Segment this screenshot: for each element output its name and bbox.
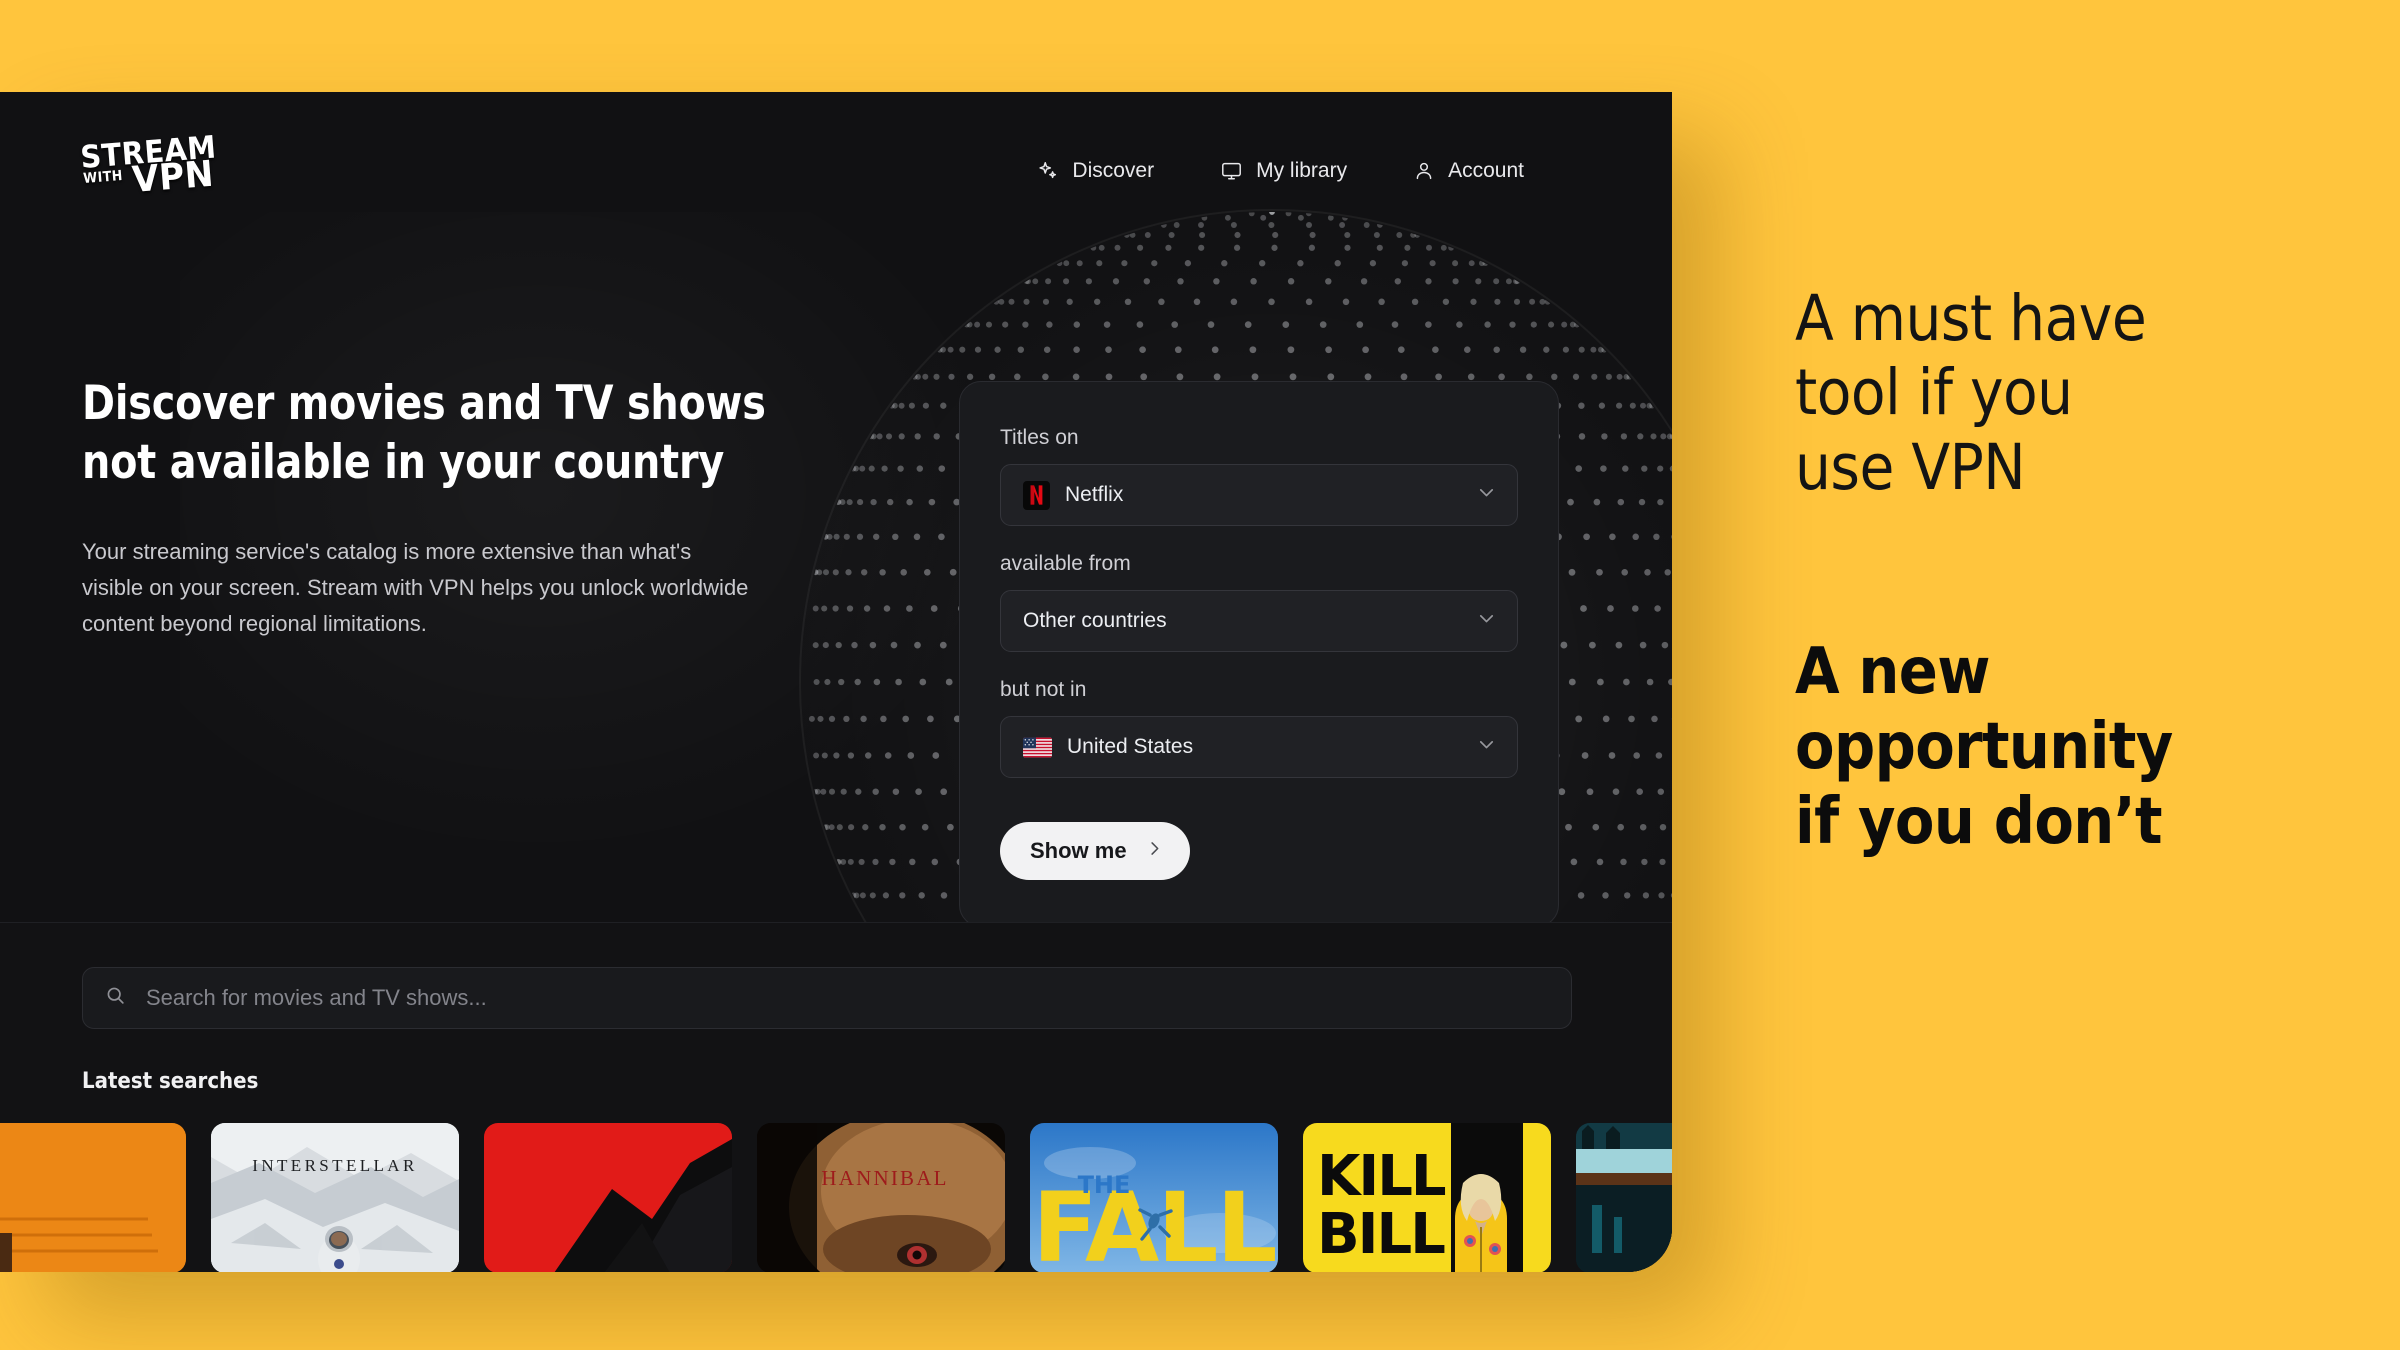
hero-text-block: Discover movies and TV shows not availab… bbox=[0, 374, 820, 641]
chevron-down-icon bbox=[1476, 734, 1497, 760]
poster-card[interactable] bbox=[1576, 1123, 1672, 1272]
show-me-label: Show me bbox=[1030, 838, 1127, 863]
poster-card[interactable]: KILL BILL bbox=[1303, 1123, 1551, 1272]
search-input[interactable]: Search for movies and TV shows... bbox=[82, 967, 1572, 1029]
label-titles-on: Titles on bbox=[1000, 426, 1079, 449]
logo-text-vpn: VPN bbox=[130, 153, 216, 201]
poster-card[interactable]: FALL THE bbox=[1030, 1123, 1278, 1272]
label-available-from: available from bbox=[1000, 552, 1131, 575]
chevron-down-icon bbox=[1476, 608, 1497, 634]
nav-item-discover[interactable]: Discover bbox=[1037, 159, 1154, 183]
hero-section: STREAM WITH VPN Discover My library Acco… bbox=[0, 92, 1672, 922]
nav-item-account[interactable]: Account bbox=[1413, 159, 1524, 183]
poster-card[interactable]: HANNIBAL bbox=[757, 1123, 1005, 1272]
logo-text-with: WITH bbox=[82, 167, 124, 187]
svg-text:BILL: BILL bbox=[1317, 1202, 1445, 1267]
available-from-select[interactable]: Other countries bbox=[1000, 590, 1518, 652]
nav-label-my-library: My library bbox=[1256, 159, 1348, 182]
page-title: Discover movies and TV shows not availab… bbox=[82, 376, 766, 491]
main-nav: Discover My library Account bbox=[1037, 159, 1612, 183]
nav-label-discover: Discover bbox=[1072, 159, 1155, 182]
hero-subcopy: Your streaming service's catalog is more… bbox=[82, 539, 749, 636]
poster-card[interactable] bbox=[484, 1123, 732, 1272]
svg-text:HANNIBAL: HANNIBAL bbox=[821, 1166, 948, 1190]
chevron-right-icon bbox=[1145, 838, 1164, 864]
nav-label-account: Account bbox=[1448, 159, 1524, 182]
search-section: Search for movies and TV shows... Latest… bbox=[0, 922, 1672, 1272]
netflix-logo-icon bbox=[1023, 480, 1050, 510]
service-select[interactable]: Netflix bbox=[1000, 464, 1518, 526]
search-placeholder: Search for movies and TV shows... bbox=[146, 985, 487, 1010]
available-from-value: Other countries bbox=[1023, 609, 1167, 632]
promo-headline-bold: A new opportunity if you don’t bbox=[1795, 634, 2173, 859]
app-logo[interactable]: STREAM WITH VPN bbox=[79, 129, 224, 202]
show-me-button[interactable]: Show me bbox=[1000, 822, 1190, 880]
sparkles-icon bbox=[1037, 160, 1059, 182]
svg-text:THE: THE bbox=[1078, 1171, 1131, 1199]
promo-headline-light: A must have tool if you use VPN bbox=[1795, 282, 2147, 504]
svg-text:KILL: KILL bbox=[1317, 1144, 1446, 1209]
service-select-value: Netflix bbox=[1065, 483, 1124, 506]
chevron-down-icon bbox=[1476, 482, 1497, 508]
search-icon bbox=[105, 985, 126, 1011]
excluded-country-select[interactable]: United States bbox=[1000, 716, 1518, 778]
latest-searches-title: Latest searches bbox=[82, 1069, 259, 1094]
top-bar: STREAM WITH VPN Discover My library Acco… bbox=[0, 92, 1672, 212]
poster-card[interactable]: INTERSTELLAR bbox=[211, 1123, 459, 1272]
nav-item-my-library[interactable]: My library bbox=[1220, 159, 1347, 183]
us-flag-icon bbox=[1023, 737, 1052, 758]
poster-row: INTERSTELLAR HANNIBAL FALL THE KILL BILL bbox=[0, 1123, 1672, 1272]
excluded-country-value: United States bbox=[1067, 735, 1194, 758]
label-but-not-in: but not in bbox=[1000, 678, 1087, 701]
promo-column: A must have tool if you use VPN A new op… bbox=[1795, 0, 2355, 1350]
poster-card[interactable] bbox=[0, 1123, 186, 1272]
person-icon bbox=[1413, 160, 1435, 182]
filter-card: Titles on Netflix available from Other c… bbox=[959, 381, 1559, 922]
svg-text:INTERSTELLAR: INTERSTELLAR bbox=[252, 1156, 417, 1175]
app-window: STREAM WITH VPN Discover My library Acco… bbox=[0, 92, 1672, 1272]
monitor-icon bbox=[1220, 160, 1243, 182]
